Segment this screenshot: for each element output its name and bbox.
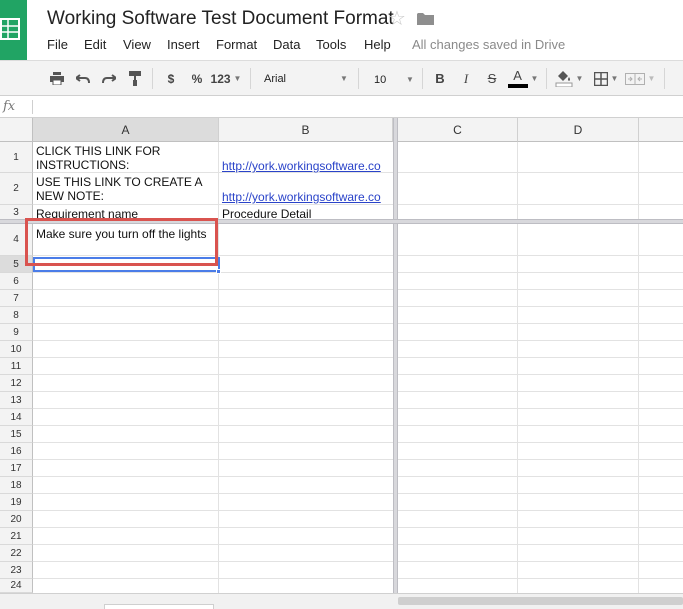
sheets-app-icon[interactable] (0, 0, 27, 60)
cell-b3[interactable]: Procedure Detail (222, 207, 392, 220)
currency-format-button[interactable]: $ (162, 61, 180, 96)
column-header-b[interactable]: B (219, 118, 393, 142)
menu-format[interactable]: Format (216, 37, 257, 52)
highlight-annotation-box (25, 218, 218, 266)
cell-a2[interactable]: USE THIS LINK TO CREATE A NEW NOTE: (36, 175, 216, 203)
menu-edit[interactable]: Edit (84, 37, 106, 52)
row-header[interactable]: 16 (0, 443, 33, 460)
more-formats-label: 123 (210, 71, 231, 86)
print-button[interactable] (46, 61, 68, 96)
horizontal-scrollbar[interactable] (398, 597, 683, 605)
row-header[interactable]: 19 (0, 494, 33, 511)
fill-color-button[interactable]: ▼ (552, 61, 586, 96)
document-title[interactable]: Working Software Test Document Format (47, 8, 394, 30)
italic-button[interactable]: I (456, 61, 476, 96)
column-header-a[interactable]: A (33, 118, 219, 142)
font-size-select[interactable]: 10 (374, 74, 386, 86)
formula-bar: fx (0, 96, 683, 118)
row-header[interactable]: 17 (0, 460, 33, 477)
select-all-corner[interactable] (0, 118, 33, 142)
row-header[interactable]: 20 (0, 511, 33, 528)
redo-button[interactable] (98, 61, 120, 96)
redo-icon (102, 73, 116, 83)
borders-button[interactable]: ▼ (590, 61, 622, 96)
cell-b1-link[interactable]: http://york.workingsoftware.co (222, 159, 392, 173)
row-header[interactable]: 24 (0, 579, 33, 593)
chevron-down-icon: ▼ (610, 74, 619, 83)
row-header[interactable]: 18 (0, 477, 33, 494)
undo-button[interactable] (72, 61, 94, 96)
column-header-e[interactable] (639, 118, 683, 142)
fill-handle[interactable] (216, 269, 221, 274)
column-header-c[interactable]: C (398, 118, 518, 142)
chevron-down-icon: ▼ (647, 74, 656, 83)
percent-format-button[interactable]: % (188, 61, 206, 96)
more-formats-button[interactable]: 123 ▼ (210, 61, 242, 96)
spreadsheet-grid: A B C D 1 2 3 4 5 6 7 8 9 10 11 12 13 14… (0, 118, 683, 593)
borders-icon (593, 71, 608, 86)
paint-format-icon (129, 71, 141, 86)
row-header[interactable]: 12 (0, 375, 33, 392)
row-header[interactable]: 22 (0, 545, 33, 562)
chevron-down-icon: ▼ (340, 74, 348, 83)
undo-icon (76, 73, 90, 83)
menu-tools[interactable]: Tools (316, 37, 346, 52)
bold-button[interactable]: B (430, 61, 450, 96)
merge-cells-button[interactable]: ▼ (624, 61, 656, 96)
font-family-select[interactable]: Arial (264, 73, 286, 85)
text-color-button[interactable]: A ▼ (506, 61, 540, 96)
menu-insert[interactable]: Insert (167, 37, 200, 52)
strikethrough-button[interactable]: S (482, 61, 502, 96)
row-header[interactable]: 9 (0, 324, 33, 341)
chevron-down-icon: ▼ (406, 75, 414, 84)
fill-color-icon (555, 71, 573, 87)
text-color-icon: A (507, 67, 528, 88)
merge-cells-icon (624, 72, 645, 85)
row-header[interactable]: 15 (0, 426, 33, 443)
print-icon (50, 72, 64, 85)
row-header[interactable]: 2 (0, 173, 33, 205)
chevron-down-icon: ▼ (575, 74, 584, 83)
frozen-column-divider[interactable] (393, 118, 398, 593)
chevron-down-icon: ▼ (233, 74, 242, 83)
chevron-down-icon: ▼ (530, 74, 539, 83)
row-header[interactable]: 11 (0, 358, 33, 375)
star-icon[interactable]: ☆ (388, 8, 406, 30)
text-color-label: A (513, 67, 522, 83)
bottom-bar (0, 593, 683, 609)
menu-view[interactable]: View (123, 37, 151, 52)
row-header[interactable]: 14 (0, 409, 33, 426)
row-header[interactable]: 10 (0, 341, 33, 358)
fx-icon: fx (3, 99, 16, 114)
paint-format-button[interactable] (124, 61, 146, 96)
cell-a1[interactable]: CLICK THIS LINK FOR INSTRUCTIONS: (36, 144, 216, 172)
sheet-tab[interactable] (104, 604, 214, 609)
save-status: All changes saved in Drive (412, 37, 566, 52)
column-header-d[interactable]: D (518, 118, 639, 142)
sheets-icon (0, 18, 20, 40)
menu-file[interactable]: File (47, 37, 68, 52)
row-header[interactable]: 6 (0, 273, 33, 290)
folder-icon[interactable] (417, 12, 434, 31)
menu-data[interactable]: Data (273, 37, 300, 52)
text-color-swatch (507, 83, 528, 88)
row-header[interactable]: 1 (0, 142, 33, 173)
row-header[interactable]: 13 (0, 392, 33, 409)
cell-b2-link[interactable]: http://york.workingsoftware.co (222, 190, 392, 204)
toolbar: $ % 123 ▼ Arial ▼ 10 ▼ B I S A ▼ ▼ ▼ ▼ (0, 60, 683, 96)
row-header[interactable]: 21 (0, 528, 33, 545)
row-header[interactable]: 8 (0, 307, 33, 324)
menu-help[interactable]: Help (364, 37, 391, 52)
row-header[interactable]: 23 (0, 562, 33, 579)
row-header[interactable]: 7 (0, 290, 33, 307)
